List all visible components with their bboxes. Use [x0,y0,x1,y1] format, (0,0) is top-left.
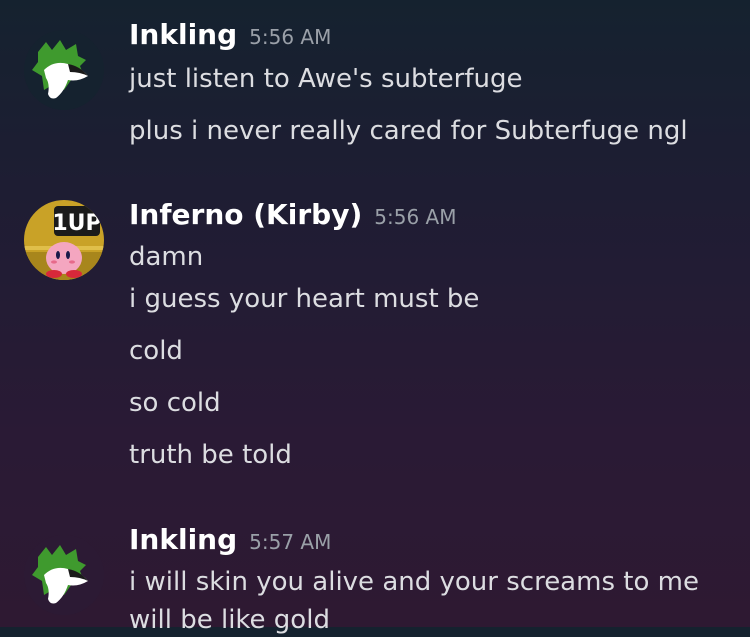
avatar[interactable]: 1UP [24,200,104,280]
username[interactable]: Inkling [129,523,237,556]
kirby-1up-avatar-icon: 1UP [24,200,104,280]
message-text: i will skin you alive and your screams t… [129,567,699,597]
message-header: Inferno (Kirby) 5:56 AM [129,198,456,231]
timestamp: 5:57 AM [249,530,332,554]
message-header: Inkling 5:57 AM [129,523,331,556]
message-text: so cold [129,388,221,418]
message-text: i guess your heart must be [129,284,480,314]
message-text: truth be told [129,440,292,470]
avatar-1up-text: 1UP [52,211,101,236]
message-text: plus i never really cared for Subterfuge… [129,116,688,146]
avatar[interactable] [24,30,104,110]
inkling-avatar-icon [24,30,104,110]
username[interactable]: Inkling [129,18,237,51]
timestamp: 5:56 AM [249,25,332,49]
message-text: will be like gold [129,605,330,635]
inkling-avatar-icon [24,535,104,615]
message-header: Inkling 5:56 AM [129,18,331,51]
message-text: damn [129,242,204,272]
message-text: just listen to Awe's subterfuge [129,64,523,94]
message-text: cold [129,336,183,366]
username[interactable]: Inferno (Kirby) [129,198,362,231]
timestamp: 5:56 AM [374,205,457,229]
avatar[interactable] [24,535,104,615]
